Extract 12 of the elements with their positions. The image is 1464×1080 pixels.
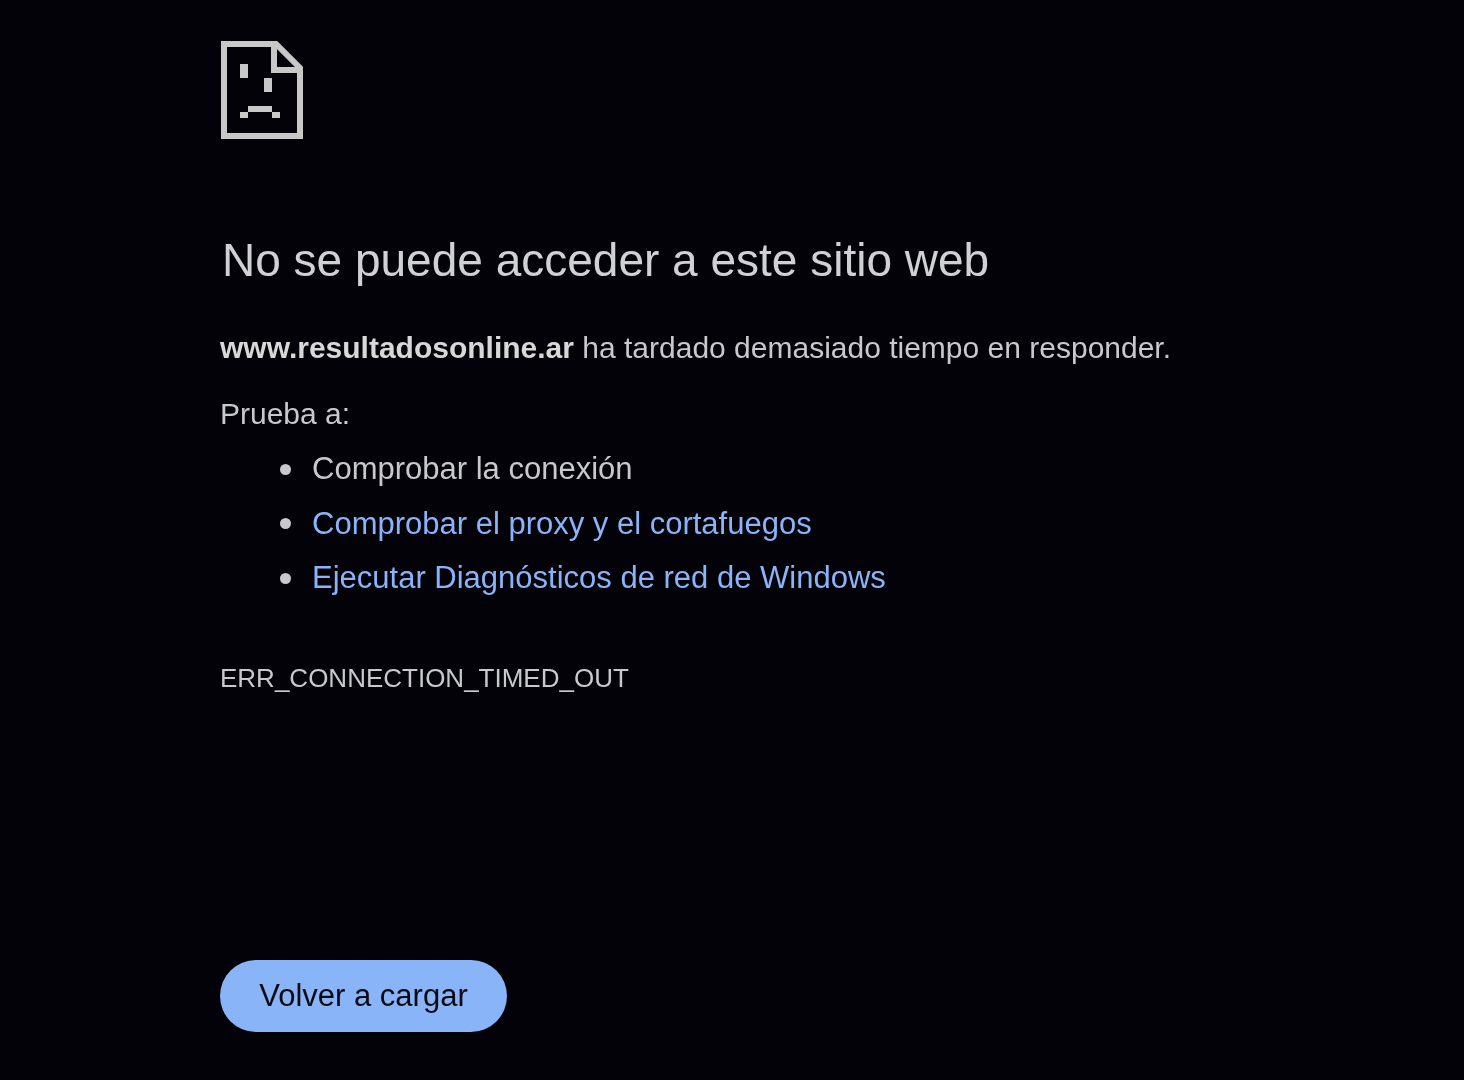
reload-button[interactable]: Volver a cargar (220, 959, 507, 1032)
suggestion-text: Comprobar la conexión (312, 451, 633, 488)
error-message: www.resultadosonline.ar ha tardado demasiado tiempo en responder. (220, 330, 1172, 366)
bullet-icon (280, 572, 291, 584)
suggestion-link[interactable]: Ejecutar Diagnósticos de red de Windows (312, 560, 886, 597)
error-code: ERR_CONNECTION_TIMED_OUT (220, 661, 629, 695)
suggestions-label: Prueba a: (220, 396, 351, 432)
suggestion-link[interactable]: Comprobar el proxy y el cortafuegos (312, 505, 812, 542)
sad-page-icon (220, 40, 304, 140)
bullet-icon (280, 463, 291, 475)
error-heading: No se puede acceder a este sitio web (222, 233, 990, 288)
bullet-icon (280, 518, 291, 530)
